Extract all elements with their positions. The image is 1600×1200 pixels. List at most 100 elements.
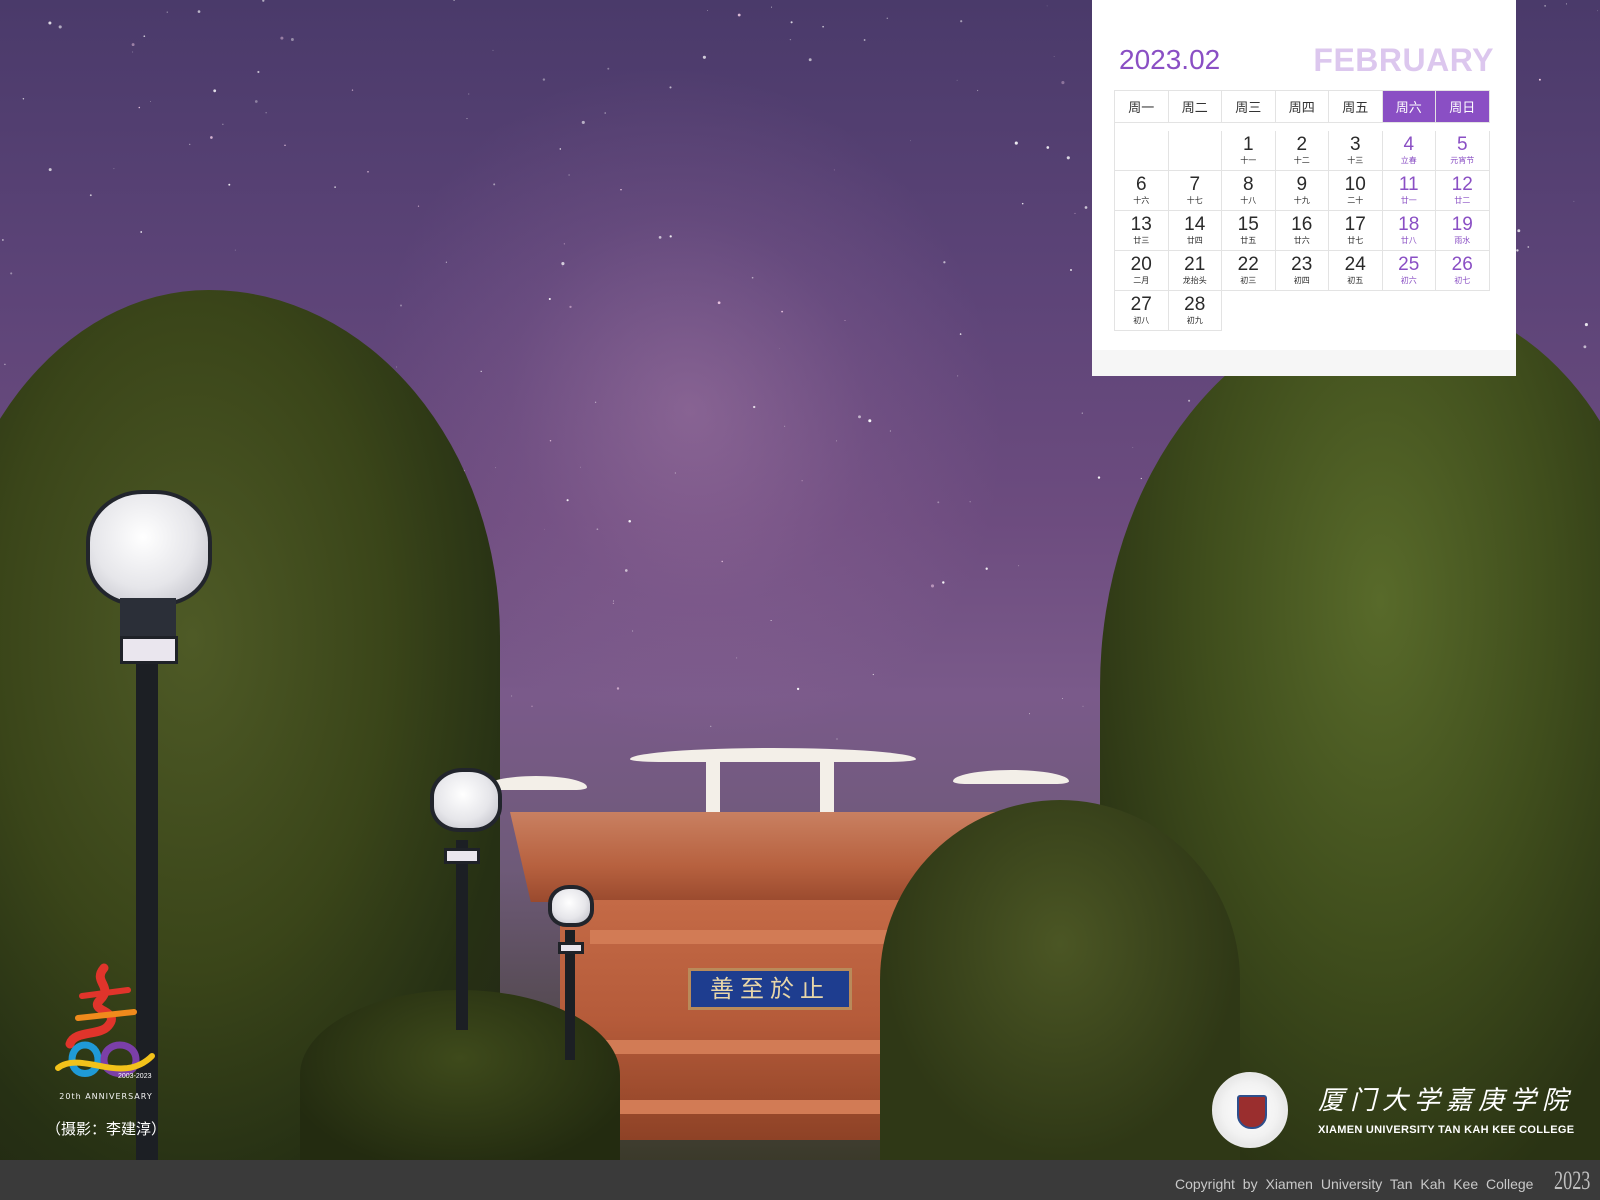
calendar-day-cell: 28 初九 <box>1168 291 1222 331</box>
calendar-lunar-date: 十九 <box>1293 196 1310 205</box>
star <box>1053 56 1055 57</box>
star <box>658 236 662 239</box>
calendar-lunar-date: 初八 <box>1133 316 1150 325</box>
star <box>669 86 672 89</box>
star <box>58 25 62 29</box>
calendar-lunar-date: 立春 <box>1400 156 1417 165</box>
star <box>188 143 191 146</box>
anniversary-logo: 2003-2023 <box>55 963 155 1080</box>
star <box>581 120 585 124</box>
star <box>531 705 533 708</box>
copyright-text: Copyright by Xiamen University Tan Kah K… <box>1175 1176 1534 1192</box>
calendar-lunar-date: 廿四 <box>1186 236 1203 245</box>
calendar-lunar-date: 元宵节 <box>1450 156 1475 165</box>
calendar-lunar-date: 廿八 <box>1400 236 1417 245</box>
calendar-day-number: 26 <box>1451 254 1473 275</box>
calendar-day-number: 13 <box>1130 214 1152 235</box>
star <box>48 21 52 25</box>
star <box>1081 412 1083 414</box>
calendar-day-cell: 10 二十 <box>1329 171 1383 211</box>
star <box>872 673 874 676</box>
star <box>886 17 889 20</box>
anniversary-label: 20th ANNIVERSARY <box>59 1092 153 1101</box>
calendar-empty-cell <box>1329 291 1383 331</box>
star <box>1084 206 1088 209</box>
star <box>604 112 606 114</box>
calendar-day-cell: 5 元宵节 <box>1436 131 1490 171</box>
star <box>284 144 286 146</box>
star <box>721 560 723 563</box>
calendar-weekday-header: 周三 <box>1222 91 1276 123</box>
calendar-day-number: 4 <box>1403 134 1415 155</box>
calendar-month-name: FEBRUARY <box>1313 42 1494 78</box>
star <box>254 100 258 103</box>
star <box>1573 200 1575 202</box>
calendar-day-cell: 16 廿六 <box>1275 211 1329 251</box>
calendar-day-cell: 26 初七 <box>1436 251 1490 291</box>
star <box>280 36 284 40</box>
star <box>985 567 988 570</box>
star <box>957 375 959 377</box>
star <box>140 231 143 233</box>
calendar-day-number: 23 <box>1291 254 1313 275</box>
calendar-lunar-date: 十八 <box>1240 196 1257 205</box>
star <box>1583 345 1587 349</box>
star <box>822 25 824 28</box>
star <box>789 38 792 41</box>
calendar-empty-cell <box>1436 291 1490 331</box>
star <box>466 118 468 120</box>
star <box>132 51 134 53</box>
calendar-day-cell: 25 初六 <box>1382 251 1436 291</box>
calendar-day-cell: 18 廿八 <box>1382 211 1436 251</box>
star <box>138 106 141 109</box>
star <box>628 520 631 523</box>
calendar-lunar-date: 雨水 <box>1454 236 1471 245</box>
star <box>4 363 6 366</box>
star <box>833 169 835 171</box>
calendar-empty-cell <box>1222 291 1276 331</box>
star <box>836 440 838 442</box>
star <box>1140 477 1142 480</box>
star <box>566 499 569 502</box>
star <box>736 657 738 659</box>
star <box>889 430 891 432</box>
calendar-day-number: 5 <box>1456 134 1468 155</box>
star <box>1597 10 1599 12</box>
star <box>616 687 620 690</box>
star <box>334 186 336 188</box>
calendar-empty-cell <box>1115 131 1169 171</box>
star <box>801 480 803 482</box>
star <box>1097 476 1101 479</box>
star <box>445 261 447 263</box>
calendar-day-number: 9 <box>1296 174 1308 195</box>
calendar-lunar-date: 初九 <box>1186 316 1203 325</box>
calendar-weekday-header: 周四 <box>1275 91 1329 123</box>
star <box>943 261 946 264</box>
calendar-lunar-date: 廿六 <box>1293 236 1310 245</box>
star <box>1516 249 1519 252</box>
star <box>568 174 570 176</box>
calendar-day-number: 15 <box>1237 214 1259 235</box>
star <box>632 630 634 632</box>
star <box>753 405 756 409</box>
calendar-day-cell: 22 初三 <box>1222 251 1276 291</box>
star <box>580 466 581 468</box>
star <box>290 38 294 41</box>
calendar-day-number: 17 <box>1344 214 1366 235</box>
star <box>1061 698 1063 699</box>
calendar-day-number: 1 <box>1242 134 1254 155</box>
star <box>717 301 721 305</box>
star <box>562 265 564 267</box>
star <box>1132 447 1134 448</box>
calendar-lunar-date: 廿七 <box>1347 236 1364 245</box>
pavilion-plaque: 善至於止 <box>688 968 852 1010</box>
star <box>48 168 52 172</box>
calendar-day-cell: 21 龙抬头 <box>1168 251 1222 291</box>
calendar-footer-strip <box>1092 350 1516 376</box>
star <box>607 67 610 70</box>
star <box>779 348 780 349</box>
calendar-day-cell: 11 廿一 <box>1382 171 1436 211</box>
star <box>594 401 597 403</box>
calendar-day-number: 19 <box>1451 214 1473 235</box>
star <box>844 319 846 321</box>
